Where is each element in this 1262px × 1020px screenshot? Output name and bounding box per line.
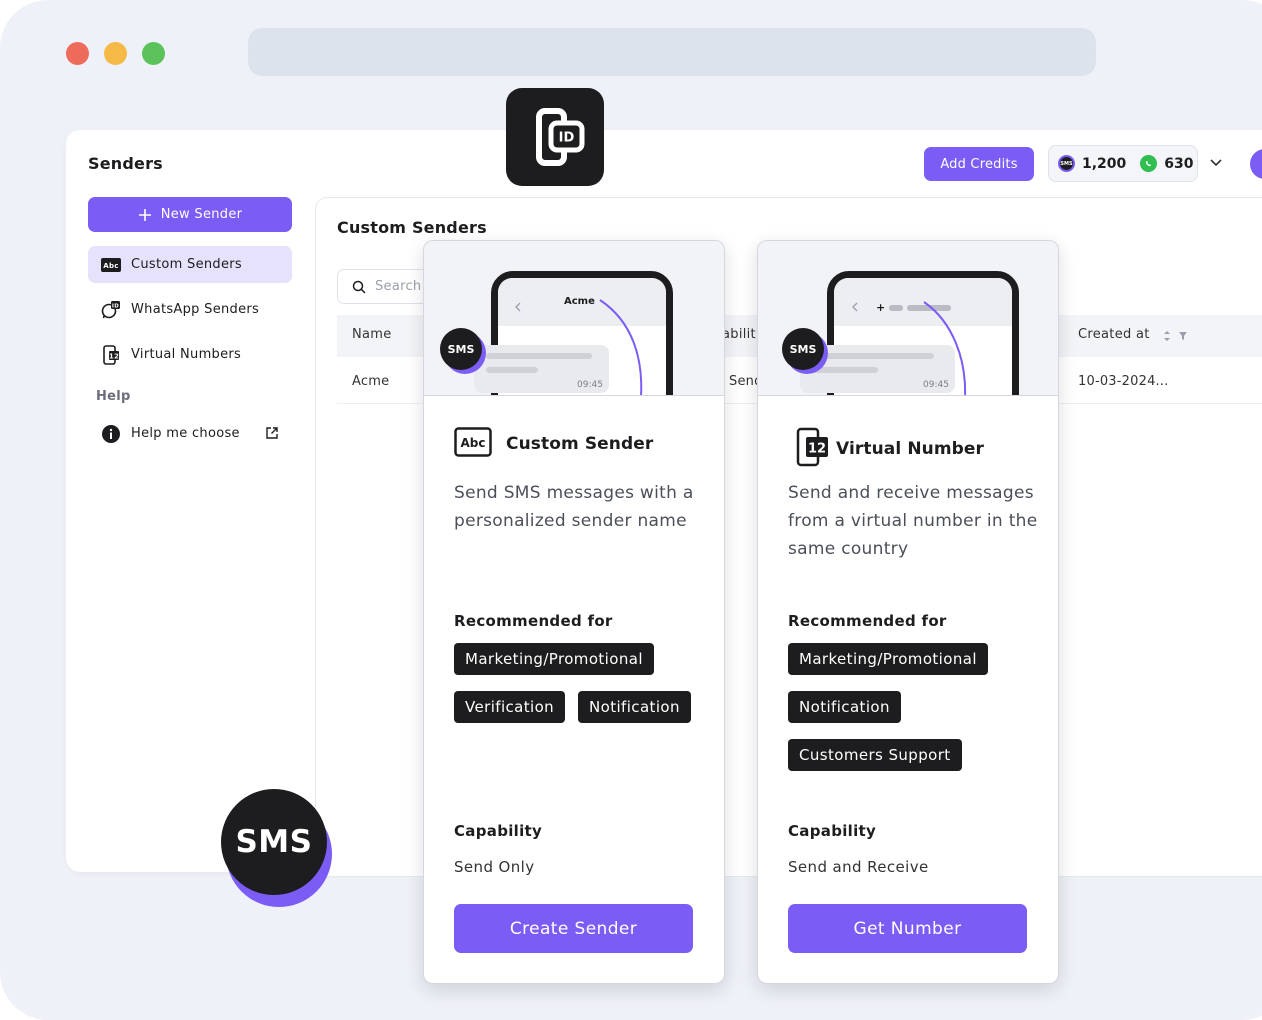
cell-created-at: 10-03-2024... <box>1078 374 1169 389</box>
help-me-choose-label: Help me choose <box>131 426 240 441</box>
abc-icon: Abc <box>454 427 492 461</box>
svg-text:12: 12 <box>808 442 826 457</box>
create-sender-button[interactable]: Create Sender <box>454 904 693 953</box>
phone-sender-name: Acme <box>564 296 595 307</box>
column-header-name[interactable]: Name <box>352 327 392 342</box>
capability-value: Send and Receive <box>788 858 929 876</box>
help-heading: Help <box>96 389 131 404</box>
add-credits-button[interactable]: Add Credits <box>924 147 1034 181</box>
sidebar-item-label: WhatsApp Senders <box>131 302 260 317</box>
sidebar-item-custom-senders[interactable]: Abc Custom Senders <box>88 246 292 283</box>
sidebar-item-virtual-numbers[interactable]: 12 Virtual Numbers <box>88 336 292 373</box>
recommended-heading: Recommended for <box>788 612 947 630</box>
card-description: Send SMS messages with a personalized se… <box>454 483 694 531</box>
sms-icon: SMS <box>1058 155 1075 172</box>
minimize-window-button[interactable] <box>104 42 127 65</box>
whatsapp-balance: 630 <box>1164 155 1194 172</box>
page-title: Senders <box>88 154 163 173</box>
card-title: Custom Sender <box>506 434 654 454</box>
sender-id-icon: ID <box>506 88 604 186</box>
balance-widget[interactable]: SMS 1,200 630 <box>1048 145 1198 182</box>
arrow-icon <box>923 301 966 395</box>
tag: Marketing/Promotional <box>454 643 654 675</box>
card-title: Virtual Number <box>836 439 985 459</box>
tag: Verification <box>454 691 566 723</box>
recommended-heading: Recommended for <box>454 612 613 630</box>
sms-balance: 1,200 <box>1082 155 1127 172</box>
virtual-number-icon: 12 <box>101 344 121 365</box>
info-icon <box>101 424 121 444</box>
svg-text:ID: ID <box>559 131 575 146</box>
search-icon <box>352 280 366 294</box>
close-window-button[interactable] <box>66 42 89 65</box>
svg-text:Abc: Abc <box>461 436 486 450</box>
capability-heading: Capability <box>454 822 543 840</box>
virtual-number-icon: 12 <box>796 427 832 471</box>
search-placeholder: Search <box>375 279 422 294</box>
arrow-icon <box>599 299 643 395</box>
sms-badge: SMS <box>782 328 824 370</box>
section-title: Custom Senders <box>337 218 487 237</box>
tag: Notification <box>788 691 901 723</box>
virtual-number-illustration: + 09:45 SMS <box>758 241 1058 396</box>
sidebar-item-whatsapp-senders[interactable]: ID WhatsApp Senders <box>88 291 292 328</box>
whatsapp-id-icon: ID <box>101 300 121 320</box>
external-link-icon <box>266 427 278 439</box>
sort-icon[interactable] <box>1162 329 1188 343</box>
new-sender-button[interactable]: New Sender <box>88 197 292 232</box>
plus-icon <box>138 208 151 221</box>
abc-icon: Abc <box>101 255 121 275</box>
whatsapp-icon <box>1140 155 1158 172</box>
back-arrow-icon <box>852 302 858 312</box>
column-header-created-at[interactable]: Created at <box>1078 327 1150 342</box>
help-me-choose-link[interactable]: Help me choose <box>88 415 288 452</box>
svg-text:ID: ID <box>112 303 119 309</box>
sms-badge: SMS <box>440 328 482 370</box>
sms-badge-large: SMS <box>221 789 327 895</box>
capability-heading: Capability <box>788 822 877 840</box>
sidebar-item-label: Custom Senders <box>131 257 242 272</box>
tag: Customers Support <box>788 739 962 771</box>
cell-name: Acme <box>352 374 390 389</box>
chevron-down-icon[interactable] <box>1208 154 1224 170</box>
back-arrow-icon <box>515 302 521 312</box>
column-header-capability[interactable]: abilit <box>722 327 756 342</box>
address-bar[interactable] <box>248 28 1096 76</box>
card-description: Send and receive messages from a virtual… <box>788 483 1038 559</box>
message-bubble: 09:45 <box>474 345 609 393</box>
sidebar-item-label: Virtual Numbers <box>131 347 242 362</box>
custom-sender-illustration: Acme 09:45 SMS <box>424 241 724 396</box>
capability-value: Send Only <box>454 858 535 876</box>
get-number-button[interactable]: Get Number <box>788 904 1027 953</box>
custom-sender-card: Acme 09:45 SMS Abc Custom Sender Send SM… <box>423 240 725 984</box>
tag: Notification <box>578 691 691 723</box>
svg-text:12: 12 <box>109 352 119 360</box>
new-sender-label: New Sender <box>160 207 243 222</box>
tag: Marketing/Promotional <box>788 643 988 675</box>
virtual-number-card: + 09:45 SMS 12 Virtual Number Send and r… <box>757 240 1059 984</box>
maximize-window-button[interactable] <box>142 42 165 65</box>
svg-text:Abc: Abc <box>103 262 118 270</box>
